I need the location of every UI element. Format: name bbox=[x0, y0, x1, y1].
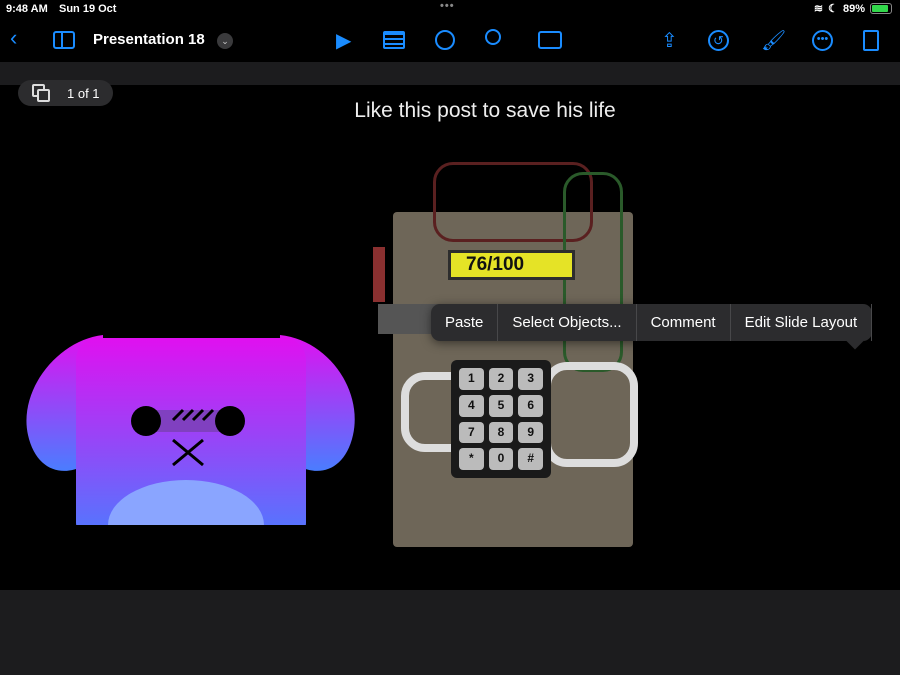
more-icon[interactable]: ••• bbox=[812, 30, 833, 51]
status-bar: 9:48 AM Sun 19 Oct ••• ≋ ☾ 89% bbox=[0, 0, 900, 18]
key: 0 bbox=[488, 448, 514, 470]
dog-image[interactable] bbox=[18, 330, 363, 550]
bomb-counter-display: 76/100 bbox=[448, 250, 575, 280]
key: 6 bbox=[518, 394, 543, 417]
menu-item-select-objects[interactable]: Select Objects... bbox=[498, 304, 637, 341]
key: 3 bbox=[518, 368, 543, 390]
menu-item-comment[interactable]: Comment bbox=[637, 304, 731, 341]
key: # bbox=[518, 448, 543, 470]
wifi-icon: ≋ bbox=[813, 3, 824, 15]
play-icon[interactable]: ▶ bbox=[336, 28, 351, 53]
key: 9 bbox=[518, 421, 543, 444]
table-icon[interactable] bbox=[383, 31, 405, 49]
moon-icon: ☾ bbox=[828, 3, 838, 15]
sidebar-icon[interactable] bbox=[53, 31, 75, 49]
ruler-strip bbox=[0, 62, 900, 85]
bottom-panel bbox=[0, 590, 900, 675]
undo-icon[interactable]: ↺ bbox=[708, 30, 729, 51]
format-brush-icon[interactable]: 🖌 bbox=[761, 28, 786, 53]
key: 8 bbox=[488, 421, 514, 444]
chevron-down-icon[interactable]: ⌄ bbox=[217, 33, 233, 49]
multitasking-dots-icon[interactable]: ••• bbox=[440, 0, 455, 12]
toolbar: ‹ Presentation 18 ⌄ ▶ ⇪ ↺ 🖌 ••• bbox=[0, 22, 900, 62]
share-icon[interactable]: ⇪ bbox=[661, 28, 678, 53]
context-menu: Paste Select Objects... Comment Edit Sli… bbox=[431, 304, 873, 350]
menu-item-paste[interactable]: Paste bbox=[431, 304, 499, 341]
key: 1 bbox=[459, 368, 484, 390]
status-time: 9:48 AM bbox=[6, 3, 48, 15]
back-icon[interactable]: ‹ bbox=[10, 25, 17, 51]
key: 4 bbox=[459, 394, 484, 417]
chart-icon[interactable] bbox=[435, 30, 455, 50]
keypad: 123 456 789 * 0 # bbox=[451, 360, 551, 478]
bomb-image[interactable]: 76/100 123 456 789 * 0 # bbox=[373, 162, 638, 547]
key: * bbox=[459, 448, 484, 470]
document-title[interactable]: Presentation 18 bbox=[93, 31, 205, 48]
media-icon[interactable] bbox=[538, 31, 562, 49]
key: 7 bbox=[459, 421, 484, 444]
slide-title[interactable]: Like this post to save his life bbox=[0, 99, 900, 123]
shapes-icon[interactable] bbox=[485, 29, 501, 45]
reader-view-icon[interactable] bbox=[863, 30, 879, 51]
status-date: Sun 19 Oct bbox=[59, 3, 117, 15]
key: 2 bbox=[488, 368, 514, 390]
key: 5 bbox=[488, 394, 514, 417]
battery-percent: 89% bbox=[842, 2, 865, 15]
battery-icon bbox=[870, 3, 892, 14]
